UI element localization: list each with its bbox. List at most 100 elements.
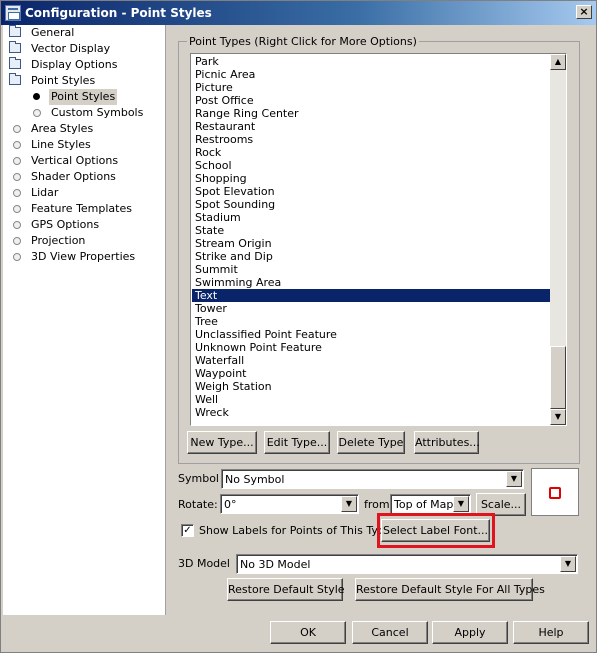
tree-item-label: Area Styles (31, 122, 94, 135)
list-item[interactable]: Waypoint (192, 367, 550, 380)
list-scrollbar[interactable]: ▲ ▼ (550, 54, 566, 425)
configuration-dialog: Configuration - Point Styles × General Ve… (0, 0, 597, 653)
list-item[interactable]: Post Office (192, 94, 550, 107)
list-item[interactable]: Tower (192, 302, 550, 315)
dot-icon (13, 205, 21, 213)
dot-icon (13, 237, 21, 245)
symbol-value: No Symbol (225, 473, 285, 486)
point-types-group-title: Point Types (Right Click for More Option… (187, 35, 419, 48)
dot-icon (13, 189, 21, 197)
list-item[interactable]: Waterfall (192, 354, 550, 367)
list-item[interactable]: Stream Origin (192, 237, 550, 250)
title-bar: Configuration - Point Styles × (1, 1, 596, 25)
list-item[interactable]: Rock (192, 146, 550, 159)
scroll-down-icon[interactable]: ▼ (550, 409, 566, 425)
from-label: from (364, 498, 390, 511)
tree-item-label: Shader Options (31, 170, 116, 183)
list-item[interactable]: Spot Sounding (192, 198, 550, 211)
apply-button[interactable]: Apply (432, 621, 508, 644)
ok-button[interactable]: OK (270, 621, 346, 644)
list-item[interactable]: Summit (192, 263, 550, 276)
list-item[interactable]: Shopping (192, 172, 550, 185)
restore-all-types-button[interactable]: Restore Default Style For All Types (355, 578, 545, 601)
rotate-label: Rotate: (178, 498, 218, 511)
symbol-label: Symbol (178, 472, 219, 485)
list-item[interactable]: Strike and Dip (192, 250, 550, 263)
bullet-icon (33, 93, 40, 100)
chevron-down-icon[interactable]: ▼ (453, 496, 469, 512)
tree-item-label: Lidar (31, 186, 59, 199)
scroll-up-icon[interactable]: ▲ (550, 54, 566, 70)
tree-item-label: Projection (31, 234, 86, 247)
rotate-value: 0° (224, 498, 237, 511)
tree-item-label: Feature Templates (31, 202, 132, 215)
list-item[interactable]: Picnic Area (192, 68, 550, 81)
folder-icon (9, 57, 21, 69)
list-item[interactable]: Wreck (192, 406, 550, 419)
list-item[interactable]: Unknown Point Feature (192, 341, 550, 354)
list-item[interactable]: Restrooms (192, 133, 550, 146)
attributes-button[interactable]: Attributes... (414, 431, 480, 454)
show-labels-checkbox[interactable]: ✓ (181, 524, 194, 537)
tree-item-label: Point Styles (31, 74, 96, 87)
show-labels-label: Show Labels for Points of This Type (199, 524, 392, 537)
folder-open-icon (9, 73, 21, 85)
dot-icon (13, 141, 21, 149)
scroll-thumb[interactable] (550, 346, 566, 409)
list-item[interactable]: Tree (192, 315, 550, 328)
settings-tree: General Vector Display Display Options Poin… (3, 25, 166, 615)
list-item[interactable]: Spot Elevation (192, 185, 550, 198)
dot-icon (33, 109, 41, 117)
dot-icon (13, 253, 21, 261)
chevron-down-icon[interactable]: ▼ (560, 556, 576, 572)
rotate-select[interactable]: 0° ▼ (220, 494, 359, 514)
list-item[interactable]: Text (192, 289, 550, 302)
dot-icon (13, 125, 21, 133)
list-item[interactable]: State (192, 224, 550, 237)
cancel-button[interactable]: Cancel (352, 621, 428, 644)
tree-item-label: Point Styles (49, 89, 118, 105)
list-item[interactable]: Range Ring Center (192, 107, 550, 120)
tree-item-label: GPS Options (31, 218, 100, 231)
3d-model-value: No 3D Model (240, 558, 311, 571)
list-item[interactable]: Well (192, 393, 550, 406)
new-type-button[interactable]: New Type... (187, 431, 257, 454)
list-item[interactable]: Restaurant (192, 120, 550, 133)
symbol-select[interactable]: No Symbol ▼ (221, 469, 524, 489)
list-item[interactable]: Weigh Station (192, 380, 550, 393)
tree-item-label: Line Styles (31, 138, 91, 151)
tree-item-label: Custom Symbols (51, 106, 144, 119)
dot-icon (13, 157, 21, 165)
list-item[interactable]: School (192, 159, 550, 172)
highlight-box (377, 513, 495, 548)
tree-item-label: General (31, 26, 75, 39)
restore-default-style-button[interactable]: Restore Default Style (227, 578, 345, 601)
chevron-down-icon[interactable]: ▼ (506, 471, 522, 487)
3d-model-select[interactable]: No 3D Model ▼ (236, 554, 578, 574)
list-item[interactable]: Unclassified Point Feature (192, 328, 550, 341)
tree-item-label: 3D View Properties (31, 250, 136, 263)
point-types-list[interactable]: Wreck Well Weigh Station Waypoint Waterfall U… (190, 53, 567, 426)
list-item[interactable]: Picture (192, 81, 550, 94)
tree-item-label: Vertical Options (31, 154, 119, 167)
chevron-down-icon[interactable]: ▼ (341, 496, 357, 512)
delete-type-button[interactable]: Delete Type (337, 431, 405, 454)
edit-type-button[interactable]: Edit Type... (264, 431, 330, 454)
list-item[interactable]: Park (192, 55, 550, 68)
tree-item-label: Vector Display (31, 42, 111, 55)
folder-icon (9, 41, 21, 53)
folder-icon (9, 25, 21, 37)
window-title: Configuration - Point Styles (25, 6, 212, 20)
tree-item-label: Display Options (31, 58, 118, 71)
rotate-from-value: Top of Map (394, 498, 454, 511)
app-icon (5, 5, 21, 21)
close-button[interactable]: × (576, 5, 592, 19)
help-button[interactable]: Help (513, 621, 589, 644)
list-item[interactable]: Stadium (192, 211, 550, 224)
3d-model-label: 3D Model (178, 557, 230, 570)
list-item[interactable]: Swimming Area (192, 276, 550, 289)
rotate-from-select[interactable]: Top of Map ▼ (390, 494, 471, 514)
square-symbol-icon (549, 487, 561, 499)
dot-icon (13, 221, 21, 229)
dot-icon (13, 173, 21, 181)
